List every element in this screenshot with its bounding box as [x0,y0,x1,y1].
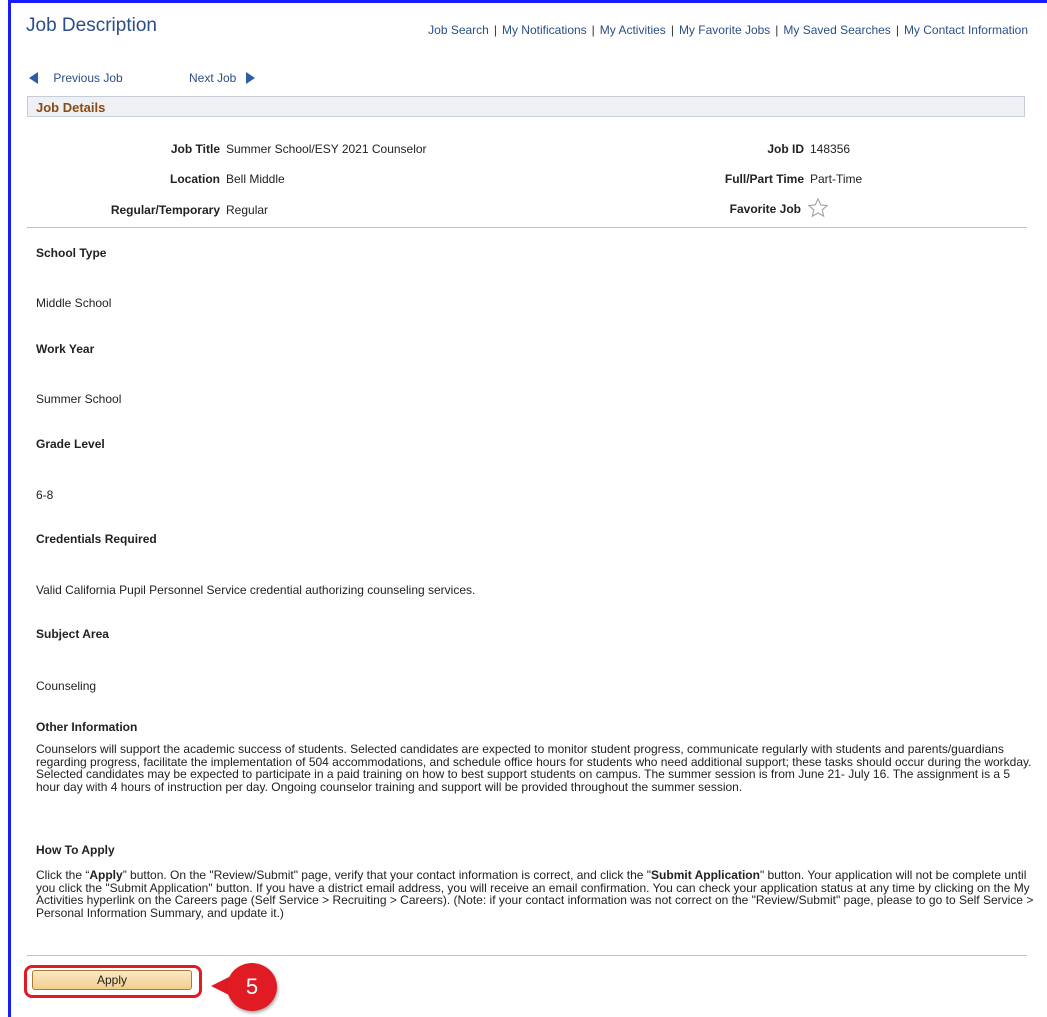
job-title-value: Summer School/ESY 2021 Counselor [226,142,427,156]
job-id-label: Job ID [767,142,804,156]
school-type-value: Middle School [36,296,112,310]
location-field: Location Bell Middle [170,172,285,186]
my-notifications-link[interactable]: My Notifications [502,23,587,37]
subject-area-heading: Subject Area [36,627,109,641]
frame-top-border [8,0,1047,3]
full-part-time-value: Part-Time [810,172,863,186]
subject-area-value: Counseling [36,679,97,693]
grade-level-heading: Grade Level [36,437,105,451]
next-job-link[interactable]: Next Job [189,71,255,85]
arrow-right-icon [245,72,255,84]
previous-job-label: Previous Job [53,71,123,85]
regular-temporary-value: Regular [226,203,269,217]
page-title: Job Description [26,15,157,36]
star-icon[interactable] [807,197,829,219]
work-year-value: Summer School [36,392,122,406]
location-value: Bell Middle [226,172,285,186]
favorite-job-field: Favorite Job [730,197,829,222]
job-title-field: Job Title Summer School/ESY 2021 Counsel… [171,142,427,156]
separator: | [775,23,779,37]
how-to-apply-heading: How To Apply [36,843,115,857]
credentials-value: Valid California Pupil Personnel Service… [36,583,476,597]
regular-temporary-label: Regular/Temporary [110,203,220,217]
how-to-apply-text: Click the “Apply” button. On the "Review… [36,869,1036,919]
separator: | [670,23,674,37]
my-contact-information-link[interactable]: My Contact Information [904,23,1028,37]
favorite-job-label: Favorite Job [729,202,801,216]
next-job-label: Next Job [189,71,237,85]
job-id-field: Job ID 148356 [767,142,851,156]
frame-left-border [8,0,11,1017]
my-saved-searches-link[interactable]: My Saved Searches [783,23,890,37]
section-title: Job Details [36,100,106,115]
full-part-time-field: Full/Part Time Part-Time [725,172,863,186]
credentials-heading: Credentials Required [36,532,157,546]
job-search-link[interactable]: Job Search [428,23,489,37]
my-activities-link[interactable]: My Activities [600,23,666,37]
work-year-heading: Work Year [36,342,95,356]
school-type-heading: School Type [36,246,107,260]
regular-temporary-field: Regular/Temporary Regular [111,203,269,217]
details-divider [27,227,1027,228]
apply-button[interactable]: Apply [32,970,192,990]
arrow-left-icon [29,72,38,84]
my-favorite-jobs-link[interactable]: My Favorite Jobs [679,23,770,37]
separator: | [591,23,595,37]
job-id-value: 148356 [810,142,851,156]
location-label: Location [170,172,220,186]
previous-job-link[interactable]: Previous Job [29,71,123,85]
separator: | [493,23,497,37]
job-title-label: Job Title [170,142,220,156]
footer-divider [27,955,1027,956]
full-part-time-label: Full/Part Time [724,172,804,186]
top-navigation: Job Search | My Notifications | My Activitie… [428,23,1028,37]
job-details-section-header: Job Details [27,96,1025,117]
grade-level-value: 6-8 [36,488,54,502]
other-information-heading: Other Information [36,720,138,734]
step-callout-badge: 5 [227,963,277,1011]
separator: | [895,23,899,37]
other-information-text: Counselors will support the academic suc… [36,742,1032,794]
